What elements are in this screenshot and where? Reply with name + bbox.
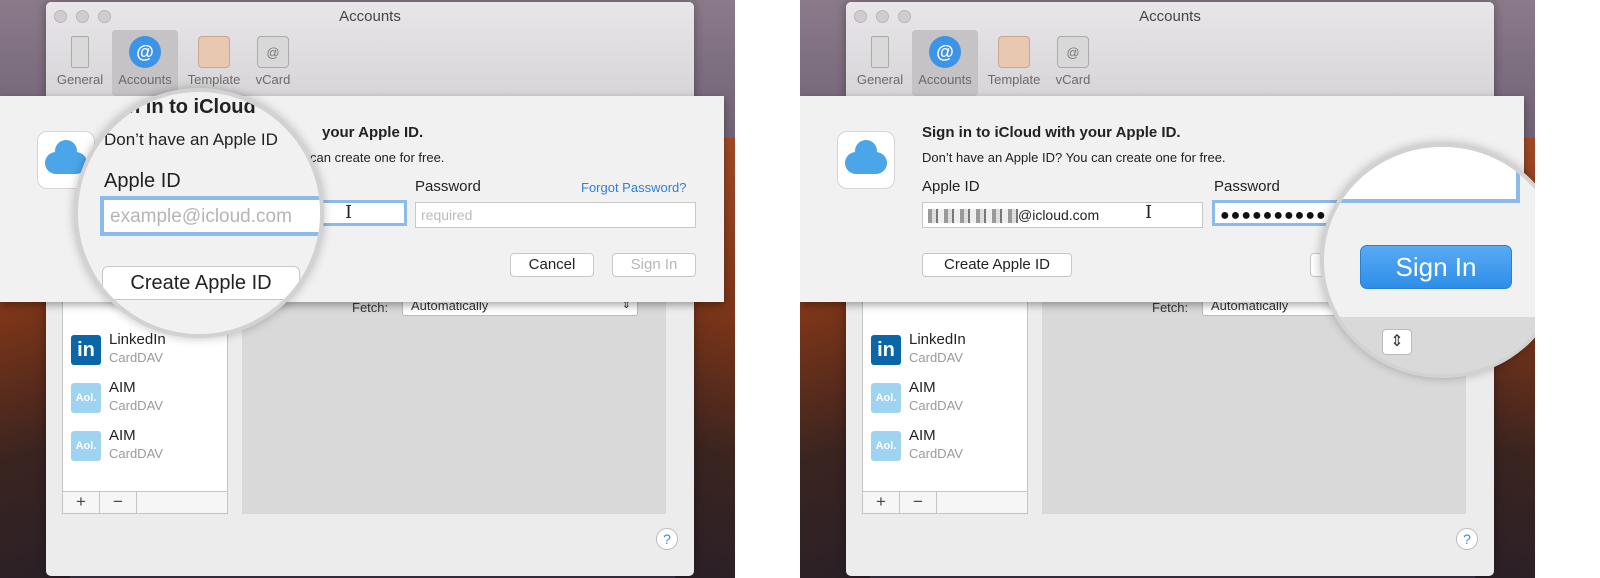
list-toolbar: + − [863, 491, 1027, 513]
window-title: Accounts [1139, 8, 1201, 25]
aol-icon: Aol. [71, 383, 101, 413]
toolbar-vcard[interactable]: @ vCard [240, 30, 306, 96]
switch-icon [71, 36, 89, 68]
list-item[interactable]: Aol. AIM CardDAV [871, 379, 1021, 425]
sheet-subtext: can create one for free. [310, 150, 445, 165]
apple-id-input[interactable]: @icloud.com [922, 202, 1203, 228]
vcard-icon: @ [1057, 36, 1089, 68]
linkedin-icon: in [71, 335, 101, 365]
right-screenshot-panel: Accounts General @ Accounts Template @ v… [800, 0, 1535, 578]
aol-icon: Aol. [871, 383, 901, 413]
window-title: Accounts [339, 8, 401, 25]
remove-account-button[interactable]: − [100, 492, 137, 513]
icloud-icon [837, 131, 895, 189]
apple-id-input[interactable] [320, 200, 407, 226]
help-button[interactable]: ? [656, 528, 678, 550]
account-name: AIM [109, 427, 136, 444]
toolbar-template[interactable]: Template [181, 30, 247, 96]
list-item[interactable]: Aol. AIM CardDAV [71, 427, 221, 473]
toolbar-accounts[interactable]: @ Accounts [912, 30, 978, 96]
toolbar-vcard[interactable]: @ vCard [1040, 30, 1106, 96]
list-item[interactable]: in LinkedIn CardDAV [871, 331, 1021, 377]
left-screenshot-panel: Accounts General @ Accounts Template @ v… [0, 0, 735, 578]
toolbar-template-label: Template [187, 72, 241, 87]
toolbar-general-label: General [56, 72, 104, 87]
help-button[interactable]: ? [1456, 528, 1478, 550]
fetch-label: Fetch: [1152, 300, 1189, 315]
create-apple-id-button[interactable]: Create Apple ID [922, 253, 1072, 277]
account-name: LinkedIn [109, 331, 166, 348]
window-titlebar: Accounts General @ Accounts Template @ v… [46, 2, 694, 97]
magnifier-apple-id: n in to iCloud Don’t have an Apple ID Ap… [74, 88, 324, 338]
add-account-button[interactable]: + [63, 492, 100, 513]
linkedin-icon: in [871, 335, 901, 365]
magnified-apple-id-input[interactable]: example@icloud.com [100, 196, 320, 236]
window-titlebar: Accounts General @ Accounts Template @ v… [846, 2, 1494, 97]
magnified-heading: n in to iCloud [128, 96, 256, 118]
magnified-apple-id-label: Apple ID [104, 170, 181, 192]
add-account-button[interactable]: + [863, 492, 900, 513]
account-type: CardDAV [909, 446, 963, 461]
template-card-icon [198, 36, 230, 68]
toolbar-vcard-label: vCard [1055, 72, 1091, 87]
cancel-button[interactable]: Cancel [510, 253, 594, 277]
account-detail-pane: Fetch: Automatically ⇕ [242, 290, 666, 514]
password-input[interactable]: required [415, 202, 696, 228]
create-apple-id-button[interactable]: Create Apple ID [102, 266, 300, 300]
fetch-label: Fetch: [352, 300, 389, 315]
account-name: AIM [909, 427, 936, 444]
at-sign-icon: @ [129, 36, 161, 68]
chevron-updown-icon[interactable]: ⇕ [1382, 329, 1412, 355]
aol-icon: Aol. [71, 431, 101, 461]
magnifier-sign-in: Sign In ⇕ [1320, 143, 1535, 378]
accounts-list: CardDAV in LinkedIn CardDAV Aol. AIM Car… [862, 289, 1028, 514]
list-item[interactable]: Aol. AIM CardDAV [71, 379, 221, 425]
toolbar-general-label: General [856, 72, 904, 87]
signin-button[interactable]: Sign In [612, 253, 696, 277]
blurred-username [928, 209, 1018, 224]
toolbar-accounts-label: Accounts [918, 72, 972, 87]
forgot-password-link[interactable]: Forgot Password? [581, 180, 687, 195]
account-type: CardDAV [909, 398, 963, 413]
account-type: CardDAV [109, 446, 163, 461]
toolbar-accounts[interactable]: @ Accounts [112, 30, 178, 96]
text-cursor-icon: I [1145, 202, 1153, 223]
magnified-password-input[interactable] [1324, 147, 1520, 203]
toolbar-general[interactable]: General [847, 30, 913, 96]
password-label: Password [415, 178, 481, 195]
vcard-icon: @ [257, 36, 289, 68]
magnified-subtext: Don’t have an Apple ID [104, 130, 278, 149]
password-label: Password [1214, 178, 1280, 195]
sheet-subtext: Don’t have an Apple ID? You can create o… [922, 150, 1226, 165]
sheet-heading: your Apple ID. [322, 124, 424, 141]
toolbar-template-label: Template [987, 72, 1041, 87]
aol-icon: Aol. [871, 431, 901, 461]
template-card-icon [998, 36, 1030, 68]
list-toolbar: + − [63, 491, 227, 513]
at-sign-icon: @ [929, 36, 961, 68]
toolbar-general[interactable]: General [47, 30, 113, 96]
signin-button[interactable]: Sign In [1360, 245, 1512, 289]
toolbar-template[interactable]: Template [981, 30, 1047, 96]
account-type: CardDAV [109, 398, 163, 413]
account-name: LinkedIn [909, 331, 966, 348]
remove-account-button[interactable]: − [900, 492, 937, 513]
sheet-heading: Sign in to iCloud with your Apple ID. [922, 124, 1181, 141]
list-item[interactable]: Aol. AIM CardDAV [871, 427, 1021, 473]
account-name: AIM [109, 379, 136, 396]
magnified-detail-pane [1324, 317, 1535, 374]
account-name: AIM [909, 379, 936, 396]
switch-icon [871, 36, 889, 68]
toolbar-accounts-label: Accounts [118, 72, 172, 87]
account-type: CardDAV [109, 350, 163, 365]
text-cursor-icon: I [345, 202, 353, 223]
toolbar-vcard-label: vCard [255, 72, 291, 87]
account-type: CardDAV [909, 350, 963, 365]
apple-id-label: Apple ID [922, 178, 980, 195]
